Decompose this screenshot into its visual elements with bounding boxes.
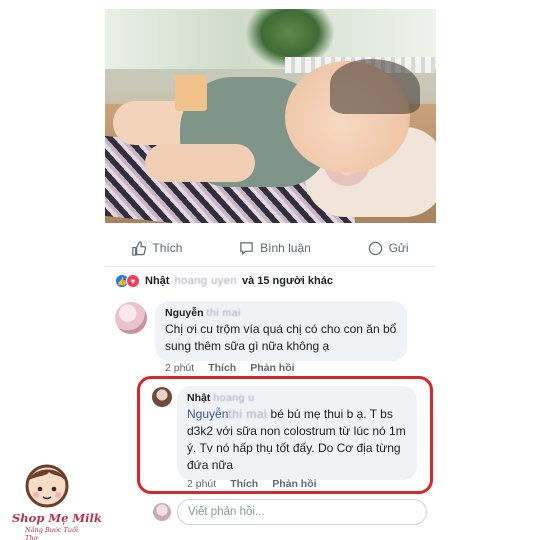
comment-time: 2 phút xyxy=(165,362,195,374)
post-photo-sleeping-baby[interactable] xyxy=(105,9,436,223)
brand-name: Shop Mẹ Milk xyxy=(12,511,102,525)
like-button[interactable]: Thích xyxy=(131,240,183,256)
send-label: Gửi xyxy=(388,241,409,255)
comment-button[interactable]: Bình luận xyxy=(239,241,311,256)
like-icon xyxy=(132,240,147,256)
brand-tagline: Nâng Bước Tuổi Thơ xyxy=(25,526,79,540)
reply-bubble: Nhật hoang u Nguyễnthi mai bé bú mẹ thui… xyxy=(177,386,417,480)
reactor-count: và 15 người khác xyxy=(241,275,333,287)
reply-like-button[interactable]: Thích xyxy=(230,478,258,490)
avatar[interactable] xyxy=(152,387,172,407)
messenger-icon xyxy=(368,241,382,255)
mention-link[interactable]: Nguyễnthi mai xyxy=(187,407,267,421)
comment-label: Bình luận xyxy=(260,241,311,255)
mention-name: Nguyễn xyxy=(187,407,229,421)
comment-icon xyxy=(240,241,253,255)
love-reaction-icon: ♥ xyxy=(126,274,140,288)
baby-face-icon xyxy=(25,464,69,508)
reply-author[interactable]: Nhật hoang u xyxy=(187,392,407,404)
facebook-post: Thích Bình luận Gửi 👍 ♥ Nhật hoang uyen … xyxy=(103,0,437,540)
reply-time: 2 phút xyxy=(187,478,217,490)
shop-logo: Shop Mẹ Milk Nâng Bước Tuổi Thơ xyxy=(12,462,102,540)
reply-meta: 2 phút Thích Phản hồi xyxy=(187,478,317,490)
action-divider xyxy=(105,266,435,267)
reply-reply-button[interactable]: Phản hồi xyxy=(272,478,316,490)
comment-like-button[interactable]: Thích xyxy=(208,362,236,374)
comment-author[interactable]: Nguyễn thi mai xyxy=(165,307,397,319)
photo-baby-arm xyxy=(145,144,255,182)
reply-input[interactable]: Viết phản hồi... xyxy=(177,499,427,525)
avatar[interactable] xyxy=(115,302,147,334)
reply-author-hidden: hoang u xyxy=(213,392,255,404)
reaction-icons: 👍 ♥ xyxy=(115,274,140,288)
reactor-name-hidden: hoang uyen xyxy=(174,275,237,287)
comment-bubble: Nguyễn thi mai Chị ơi cu trộm vía quá ch… xyxy=(155,301,407,361)
comment-author-name: Nguyễn xyxy=(165,307,204,319)
photo-censor-sticker xyxy=(175,75,207,111)
comment-reply-button[interactable]: Phản hồi xyxy=(250,362,294,374)
reply-text: Nguyễnthi mai bé bú mẹ thui b ạ. T bs d3… xyxy=(187,406,407,474)
reactor-name: Nhật xyxy=(145,275,170,287)
comment-meta: 2 phút Thích Phản hồi xyxy=(165,362,295,374)
comment-text: Chị ơi cu trộm vía quá chị có cho con ăn… xyxy=(165,322,397,353)
avatar xyxy=(153,503,171,521)
like-label: Thích xyxy=(152,241,183,255)
mention-hidden: thi mai xyxy=(228,407,268,421)
reactions-summary[interactable]: 👍 ♥ Nhật hoang uyen và 15 người khác xyxy=(115,273,333,289)
reply-author-name: Nhật xyxy=(187,392,211,404)
send-button[interactable]: Gửi xyxy=(368,241,409,256)
post-action-bar: Thích Bình luận Gửi xyxy=(103,236,437,260)
comment-author-hidden: thi mai xyxy=(206,307,241,319)
